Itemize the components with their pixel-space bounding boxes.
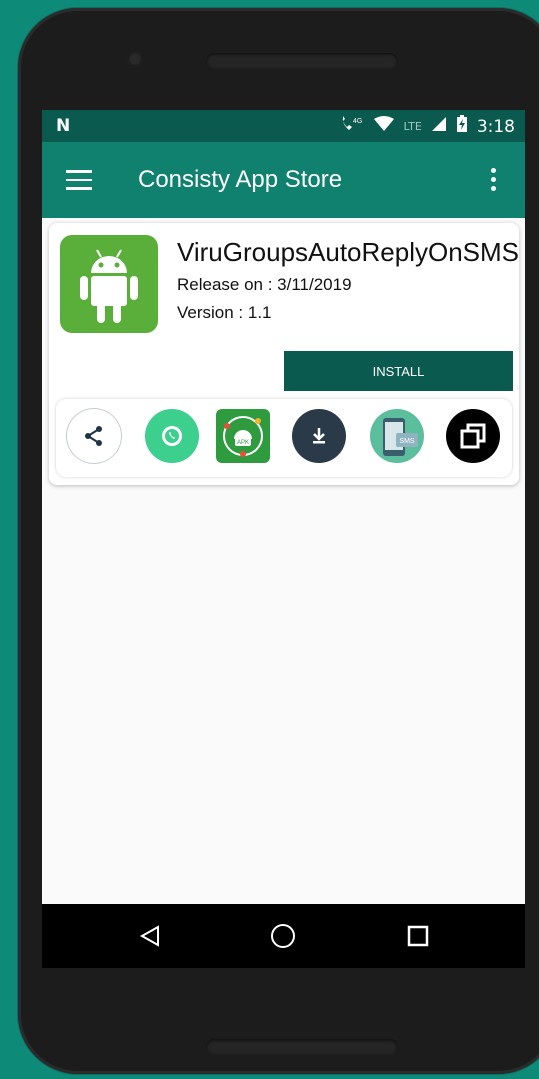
action-row: APK SMS (56, 399, 512, 477)
status-icons: 4G LTE 3:18 (340, 115, 515, 138)
call-signal-icon: 4G (340, 115, 364, 138)
top-speaker (206, 53, 398, 69)
clock: 3:18 (476, 116, 515, 137)
download-icon[interactable] (292, 409, 346, 463)
front-camera (126, 50, 144, 68)
recents-icon[interactable] (402, 920, 434, 952)
svg-text:SMS: SMS (399, 438, 415, 445)
battery-charging-icon (456, 115, 468, 138)
app-name: ViruGroupsAutoReplyOnSMS (177, 237, 520, 267)
menu-icon[interactable] (66, 170, 92, 190)
sms-icon[interactable]: SMS (370, 409, 424, 463)
lte-label: LTE (403, 120, 422, 133)
back-icon[interactable] (134, 920, 166, 952)
apk-icon[interactable]: APK (216, 409, 270, 463)
network-logo: N (56, 116, 71, 136)
status-bar: N 4G LTE 3:18 (42, 110, 525, 142)
cell-signal-icon (431, 116, 447, 137)
android-app-icon[interactable] (60, 235, 158, 333)
navigation-bar (42, 904, 525, 968)
bottom-speaker (206, 1039, 398, 1055)
svg-text:APK: APK (237, 440, 249, 446)
home-icon[interactable] (267, 920, 299, 952)
app-version: Version : 1.1 (177, 303, 272, 322)
wifi-icon (373, 116, 395, 137)
share-icon[interactable] (67, 409, 121, 463)
app-card: ViruGroupsAutoReplyOnSMS Release on : 3/… (49, 223, 519, 485)
release-date: Release on : 3/11/2019 (177, 275, 352, 294)
svg-text:4G: 4G (353, 118, 362, 125)
copy-icon[interactable] (446, 409, 500, 463)
app-title: Consisty App Store (138, 166, 343, 193)
screen: N 4G LTE 3:18 Consisty App Store ViruGro… (42, 110, 525, 968)
overflow-menu-icon[interactable] (491, 168, 497, 192)
app-bar: Consisty App Store (42, 142, 525, 218)
whatsapp-icon[interactable] (145, 409, 199, 463)
install-button[interactable]: INSTALL (284, 351, 513, 391)
